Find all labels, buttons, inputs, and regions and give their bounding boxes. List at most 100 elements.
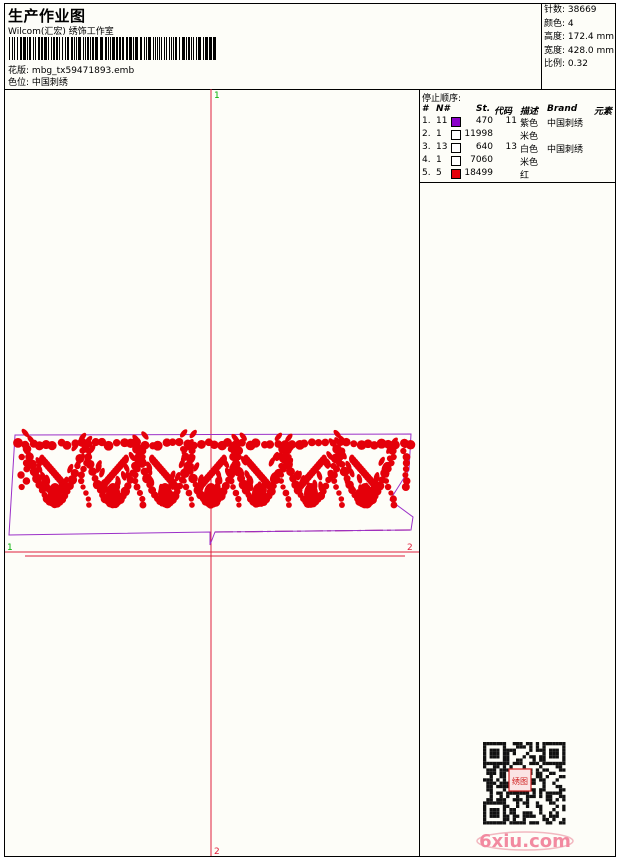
edge-stitch	[402, 465, 410, 473]
qr-module	[496, 821, 500, 825]
qr-module	[489, 771, 493, 775]
barcode-bar	[23, 37, 26, 60]
qr-module	[483, 748, 487, 752]
qr-module	[486, 784, 490, 789]
frond-stitch	[267, 482, 274, 492]
column-stitch	[388, 490, 394, 496]
barcode-bar	[213, 37, 216, 60]
drop-motif	[252, 483, 266, 505]
column-stitch	[385, 465, 392, 473]
qr-module	[532, 755, 536, 759]
edge-stitch	[401, 441, 409, 449]
qr-module	[483, 778, 487, 782]
qr-module	[489, 788, 493, 792]
qr-module	[489, 748, 493, 752]
qr-module	[542, 814, 546, 818]
frond-stitch	[173, 482, 180, 492]
row-code: 11	[505, 116, 517, 126]
qr-module	[483, 761, 487, 766]
qr-module	[562, 745, 566, 749]
row-stitches: 11998	[464, 129, 493, 139]
barcode-bar	[146, 37, 147, 60]
qr-module	[539, 748, 543, 752]
qr-module	[522, 755, 526, 759]
qr-module	[552, 771, 556, 775]
qr-module	[539, 794, 543, 799]
qr-module	[519, 758, 523, 762]
qr-module	[502, 808, 507, 812]
qr-module	[506, 791, 510, 795]
qr-module	[519, 791, 523, 795]
qr-module	[499, 771, 503, 775]
qr-module	[492, 821, 497, 825]
barcode-bar	[166, 37, 167, 60]
qr-module	[529, 748, 533, 752]
qr-module	[489, 791, 493, 795]
barcode-bar	[105, 37, 107, 60]
qr-module	[496, 808, 500, 812]
barcode-bar	[12, 37, 13, 60]
qr-module	[549, 755, 553, 759]
qr-module	[516, 801, 520, 805]
row-description: 紫色	[520, 119, 539, 129]
barcode-bar	[56, 37, 58, 60]
qr-module	[562, 748, 566, 752]
qr-module	[535, 745, 540, 749]
sequence-row: 2. 1 11998 米色	[420, 129, 615, 142]
row-needle: 13	[436, 142, 448, 152]
barcode-bar	[9, 37, 10, 60]
row-stitches: 18499	[464, 168, 493, 178]
qr-module	[549, 761, 553, 766]
qr-module	[506, 751, 510, 756]
barcode-bar	[17, 37, 18, 60]
qr-module	[545, 817, 549, 822]
position-value: 中国刺绣	[31, 78, 68, 88]
column-stitch	[181, 478, 187, 484]
row-description: 红	[520, 171, 530, 181]
qr-module	[496, 801, 500, 805]
qr-module	[555, 784, 559, 789]
border-knot	[196, 439, 206, 449]
qr-module	[549, 794, 553, 799]
qr-module	[509, 808, 513, 812]
qr-module	[499, 768, 503, 772]
column-stitch	[230, 466, 237, 472]
column-stitch	[332, 465, 341, 473]
barcode-bar	[209, 37, 212, 60]
qr-module	[539, 808, 543, 812]
qr-module	[506, 755, 510, 759]
column-stitch	[227, 471, 235, 479]
qr-module	[502, 768, 507, 772]
column-stitch	[132, 477, 139, 485]
border-knot	[13, 437, 23, 448]
qr-module	[502, 745, 507, 749]
column-stitch	[390, 501, 398, 509]
color-swatch	[451, 130, 461, 140]
qr-module	[489, 742, 493, 746]
qr-module	[496, 811, 500, 815]
arch-stitch	[74, 462, 81, 470]
qr-module	[525, 804, 530, 808]
column-stitch	[285, 453, 292, 461]
qr-module	[502, 755, 507, 759]
qr-module	[535, 768, 540, 772]
qr-module	[542, 758, 546, 762]
sequence-row: 4. 1 7060 米色	[420, 155, 615, 168]
barcode-bar	[110, 37, 111, 60]
barcode-bar	[122, 37, 124, 60]
qr-module	[486, 798, 490, 802]
qr-module	[499, 794, 503, 799]
border-knot	[62, 440, 72, 450]
qr-module	[483, 804, 487, 808]
qr-module	[516, 821, 520, 825]
column-stitch	[80, 465, 87, 473]
qr-module	[558, 765, 563, 769]
qr-module	[509, 791, 513, 795]
qr-module	[549, 751, 553, 756]
qr-module	[555, 811, 559, 815]
seal-text: 绣图	[512, 776, 528, 786]
qr-module	[483, 742, 487, 746]
barcode-bar	[87, 37, 89, 60]
barcode-bar	[133, 37, 134, 60]
qr-module	[549, 821, 553, 825]
